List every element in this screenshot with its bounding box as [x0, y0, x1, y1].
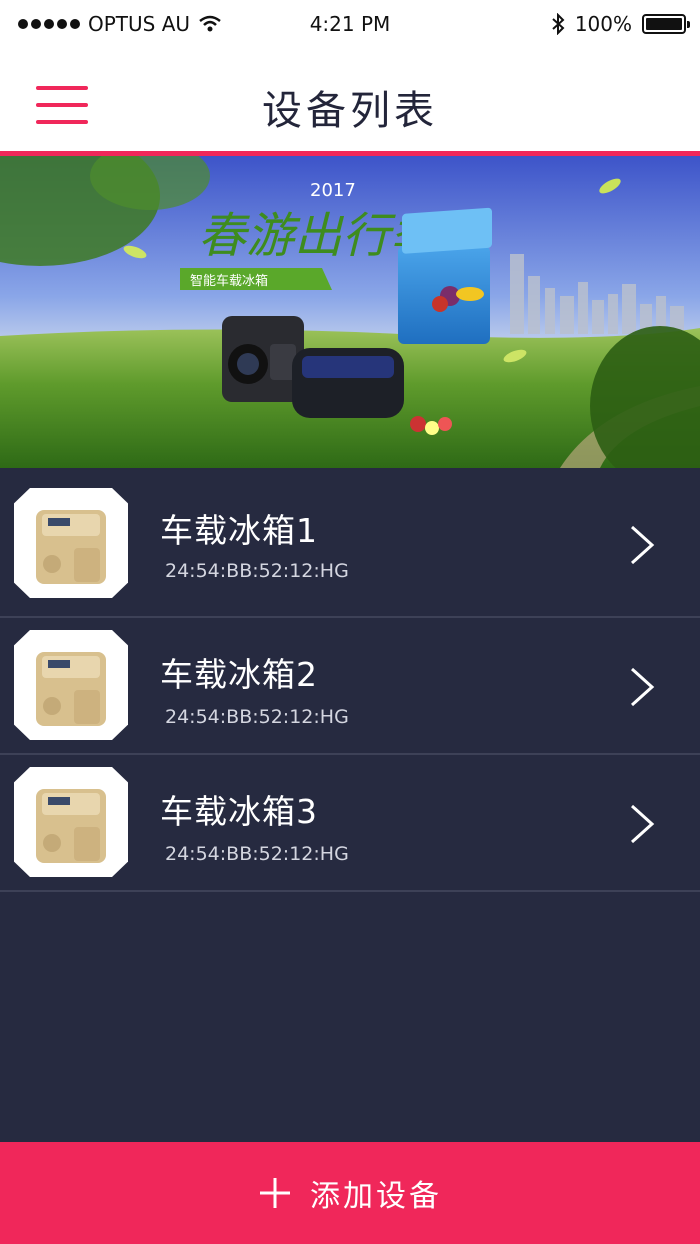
fridge-thumbnail — [14, 488, 128, 598]
device-name: 车载冰箱2 — [160, 655, 318, 694]
device-mac: 24:54:BB:52:12:HG — [165, 560, 349, 582]
bluetooth-icon — [552, 13, 565, 35]
banner-year: 2017 — [310, 180, 356, 201]
status-right: 100% — [551, 12, 690, 36]
promo-banner[interactable]: 春游出行季 2017 智能车载冰箱 — [0, 156, 700, 468]
chevron-right-icon[interactable] — [628, 524, 658, 566]
fridge-thumbnail — [14, 767, 128, 877]
nav-bar: 设备列表 — [0, 48, 700, 156]
status-bar: OPTUS AU 4:21 PM 100% — [0, 0, 700, 48]
add-device-label: 添加设备 — [310, 1179, 442, 1214]
device-item-1[interactable]: 车载冰箱1 24:54:BB:52:12:HG — [0, 468, 700, 618]
battery-percent: 100% — [574, 12, 632, 36]
device-item-2[interactable]: 车载冰箱2 24:54:BB:52:12:HG — [0, 618, 700, 755]
plus-icon — [260, 1178, 290, 1208]
battery-level — [646, 18, 682, 30]
battery-icon — [642, 14, 690, 34]
device-name: 车载冰箱1 — [160, 511, 318, 550]
device-mac: 24:54:BB:52:12:HG — [165, 706, 349, 728]
chevron-right-icon[interactable] — [628, 666, 658, 708]
fridge-thumbnail — [14, 630, 128, 740]
page-title: 设备列表 — [262, 88, 438, 134]
device-name: 车载冰箱3 — [160, 792, 318, 831]
device-list: 车载冰箱1 24:54:BB:52:12:HG 车载冰箱2 24:54:BB:5… — [0, 468, 700, 892]
banner-illustration: 春游出行季 2017 智能车载冰箱 — [0, 156, 700, 468]
add-device-button[interactable]: 添加设备 — [0, 1142, 700, 1244]
device-mac: 24:54:BB:52:12:HG — [165, 843, 349, 865]
chevron-right-icon[interactable] — [628, 803, 658, 845]
banner-tag: 智能车载冰箱 — [190, 273, 268, 289]
device-item-3[interactable]: 车载冰箱3 24:54:BB:52:12:HG — [0, 755, 700, 892]
